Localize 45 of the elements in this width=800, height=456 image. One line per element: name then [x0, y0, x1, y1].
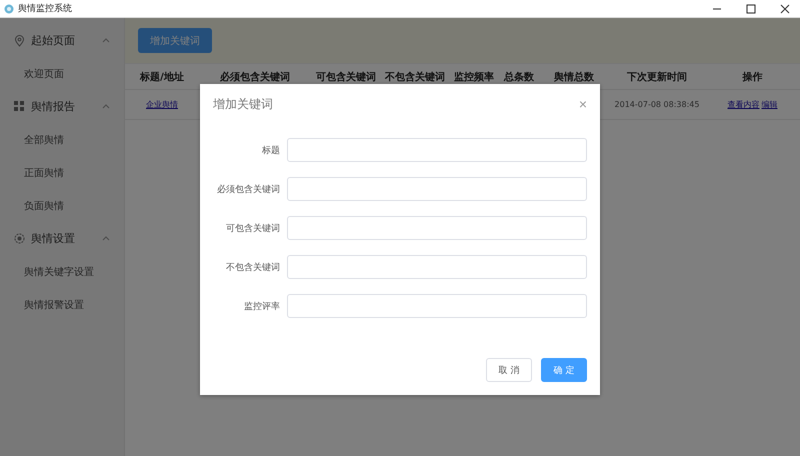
close-button[interactable]: ×	[578, 97, 587, 111]
field-label: 标题	[261, 144, 280, 156]
chevron-up-icon	[102, 38, 110, 43]
sidebar-item[interactable]: 负面舆情	[0, 189, 124, 222]
sidebar-item[interactable]: 舆情关键字设置	[0, 255, 124, 288]
chevron-up-icon	[102, 236, 110, 241]
column-header: 操作	[741, 70, 764, 84]
input-field[interactable]	[287, 255, 587, 279]
column-header: 必须包含关键词	[219, 70, 291, 84]
confirm-button[interactable]: 确 定	[541, 358, 587, 382]
column-header: 不包含关键词	[384, 70, 446, 84]
add-keyword-button[interactable]: 增加关键词	[138, 28, 212, 53]
window-title: 舆情监控系统	[18, 2, 73, 15]
field-label: 监控评率	[243, 300, 280, 312]
sidebar-item[interactable]: 正面舆情	[0, 156, 124, 189]
sidebar-item[interactable]: 舆情报警设置	[0, 288, 124, 321]
chevron-up-icon	[102, 104, 110, 109]
field-label: 不包含关键词	[225, 262, 280, 274]
settings-icon	[14, 233, 25, 244]
column-header: 标题/地址	[138, 70, 185, 84]
sidebar-item[interactable]: 全部舆情	[0, 123, 124, 156]
sidebar-item[interactable]: 欢迎页面	[0, 57, 124, 90]
cancel-button[interactable]: 取 消	[486, 358, 532, 382]
dialog-title: 增加关键词	[213, 96, 273, 112]
grid-icon	[14, 101, 25, 112]
column-header: 监控频率	[453, 70, 495, 84]
column-header: 总条数	[502, 70, 535, 84]
action-link[interactable]: 查看内容	[728, 99, 760, 110]
app-logo-icon	[4, 4, 14, 14]
sidebar-section[interactable]: 舆情设置	[0, 222, 124, 255]
field-label: 必须包含关键词	[216, 184, 280, 196]
input-field[interactable]	[287, 177, 587, 201]
sidebar-section[interactable]: 起始页面	[0, 24, 124, 57]
action-link[interactable]: 编辑	[762, 99, 778, 110]
location-icon	[14, 34, 25, 46]
input-field[interactable]	[287, 138, 587, 162]
input-field[interactable]	[287, 216, 587, 240]
sidebar-section[interactable]: 舆情报告	[0, 90, 124, 123]
input-field[interactable]	[287, 294, 587, 318]
title-link[interactable]: 企业舆情	[146, 99, 178, 110]
column-header: 舆情总数	[553, 70, 595, 84]
column-header: 下次更新时间	[626, 70, 688, 84]
table-cell-text: 2014-07-08 08:38:45	[614, 100, 700, 109]
column-header: 可包含关键词	[315, 70, 377, 84]
field-label: 可包含关键词	[225, 222, 280, 234]
